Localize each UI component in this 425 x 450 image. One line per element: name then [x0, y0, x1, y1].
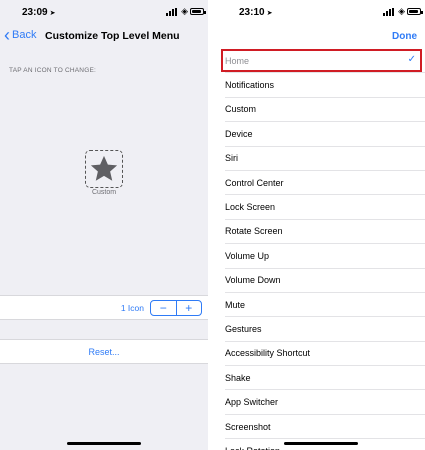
nav-bar: ‹ Back Customize Top Level Menu	[0, 22, 208, 50]
list-item[interactable]: App Switcher	[225, 390, 425, 415]
wifi-icon: ◈	[181, 6, 188, 16]
list-item-label: Volume Down	[225, 275, 281, 286]
star-icon	[90, 155, 118, 181]
list-item[interactable]: Control Center	[225, 171, 425, 196]
list-item[interactable]: Rotate Screen	[225, 220, 425, 245]
list-item-label: Gestures	[225, 323, 262, 334]
chevron-left-icon: ‹	[4, 24, 10, 45]
action-list: Home ✓ Notifications Custom Device Siri Contro…	[217, 49, 425, 450]
increment-button[interactable]: +	[175, 301, 202, 315]
list-item-label: Notifications	[225, 80, 275, 91]
list-item-label: App Switcher	[225, 397, 279, 408]
list-item-label: Mute	[225, 299, 246, 310]
back-label: Back	[12, 29, 37, 41]
cellular-signal-icon	[166, 8, 178, 16]
list-item[interactable]: Lock Screen	[225, 195, 425, 220]
decrement-button[interactable]: −	[151, 301, 176, 315]
list-item-label: Control Center	[225, 177, 284, 188]
list-item[interactable]: Screenshot	[225, 415, 425, 440]
location-arrow-icon: ➤	[49, 10, 56, 17]
checkmark-icon: ✓	[407, 54, 416, 65]
cellular-signal-icon	[383, 8, 395, 16]
location-arrow-icon: ➤	[266, 10, 273, 17]
customize-menu-screen: 23:09 ➤ ◈ ‹ Back Customize Top Level Menu…	[0, 0, 208, 450]
list-item[interactable]: Notifications	[225, 73, 425, 98]
list-item-label: Lock Rotation	[225, 446, 280, 450]
list-item-label: Lock Screen	[225, 202, 276, 213]
reset-button[interactable]: Reset...	[0, 339, 208, 364]
list-item[interactable]: Gestures	[225, 317, 425, 342]
icon-count-row: 1 Icon − +	[0, 295, 208, 320]
battery-icon	[407, 8, 423, 15]
list-item[interactable]: Volume Up	[225, 244, 425, 269]
list-item-label: Home	[225, 55, 250, 66]
action-picker-screen: 23:10 ➤ ◈ Done Home ✓ Notifications Custom De…	[217, 0, 425, 450]
battery-icon	[190, 8, 206, 15]
list-item-label: Accessibility Shortcut	[225, 348, 311, 359]
status-bar: 23:10 ➤ ◈	[217, 0, 425, 22]
list-item[interactable]: Device	[225, 122, 425, 147]
list-item-label: Siri	[225, 153, 238, 164]
icon-count-label: 1 Icon	[120, 303, 144, 313]
list-item[interactable]: Mute	[225, 293, 425, 318]
list-item-label: Device	[225, 128, 253, 139]
list-item-label: Shake	[225, 372, 251, 383]
icon-label: Custom	[91, 189, 117, 196]
list-item[interactable]: Siri	[225, 147, 425, 171]
status-time: 23:10	[239, 7, 265, 18]
list-item[interactable]: Accessibility Shortcut	[225, 342, 425, 367]
list-item-label: Rotate Screen	[225, 226, 283, 237]
list-item[interactable]: Volume Down	[225, 269, 425, 293]
status-bar: 23:09 ➤ ◈	[0, 0, 208, 22]
list-item[interactable]: Home ✓	[225, 49, 425, 74]
list-item[interactable]: Shake	[225, 366, 425, 391]
home-indicator[interactable]	[67, 442, 141, 445]
section-header: TAP AN ICON TO CHANGE:	[9, 67, 96, 74]
home-indicator[interactable]	[284, 442, 358, 445]
wifi-icon: ◈	[398, 6, 405, 16]
icon-count-stepper: − +	[150, 300, 202, 316]
list-item-label: Custom	[225, 104, 257, 115]
page-title: Customize Top Level Menu	[45, 30, 180, 42]
nav-bar: Done	[217, 22, 425, 50]
list-item-label: Volume Up	[225, 250, 270, 261]
list-item[interactable]: Custom	[225, 98, 425, 123]
custom-icon-slot[interactable]	[85, 150, 123, 188]
done-button[interactable]: Done	[392, 31, 417, 42]
back-button[interactable]: ‹ Back	[4, 24, 37, 45]
list-item-label: Screenshot	[225, 421, 271, 432]
status-time: 23:09	[22, 7, 48, 18]
screen-divider	[208, 0, 217, 450]
